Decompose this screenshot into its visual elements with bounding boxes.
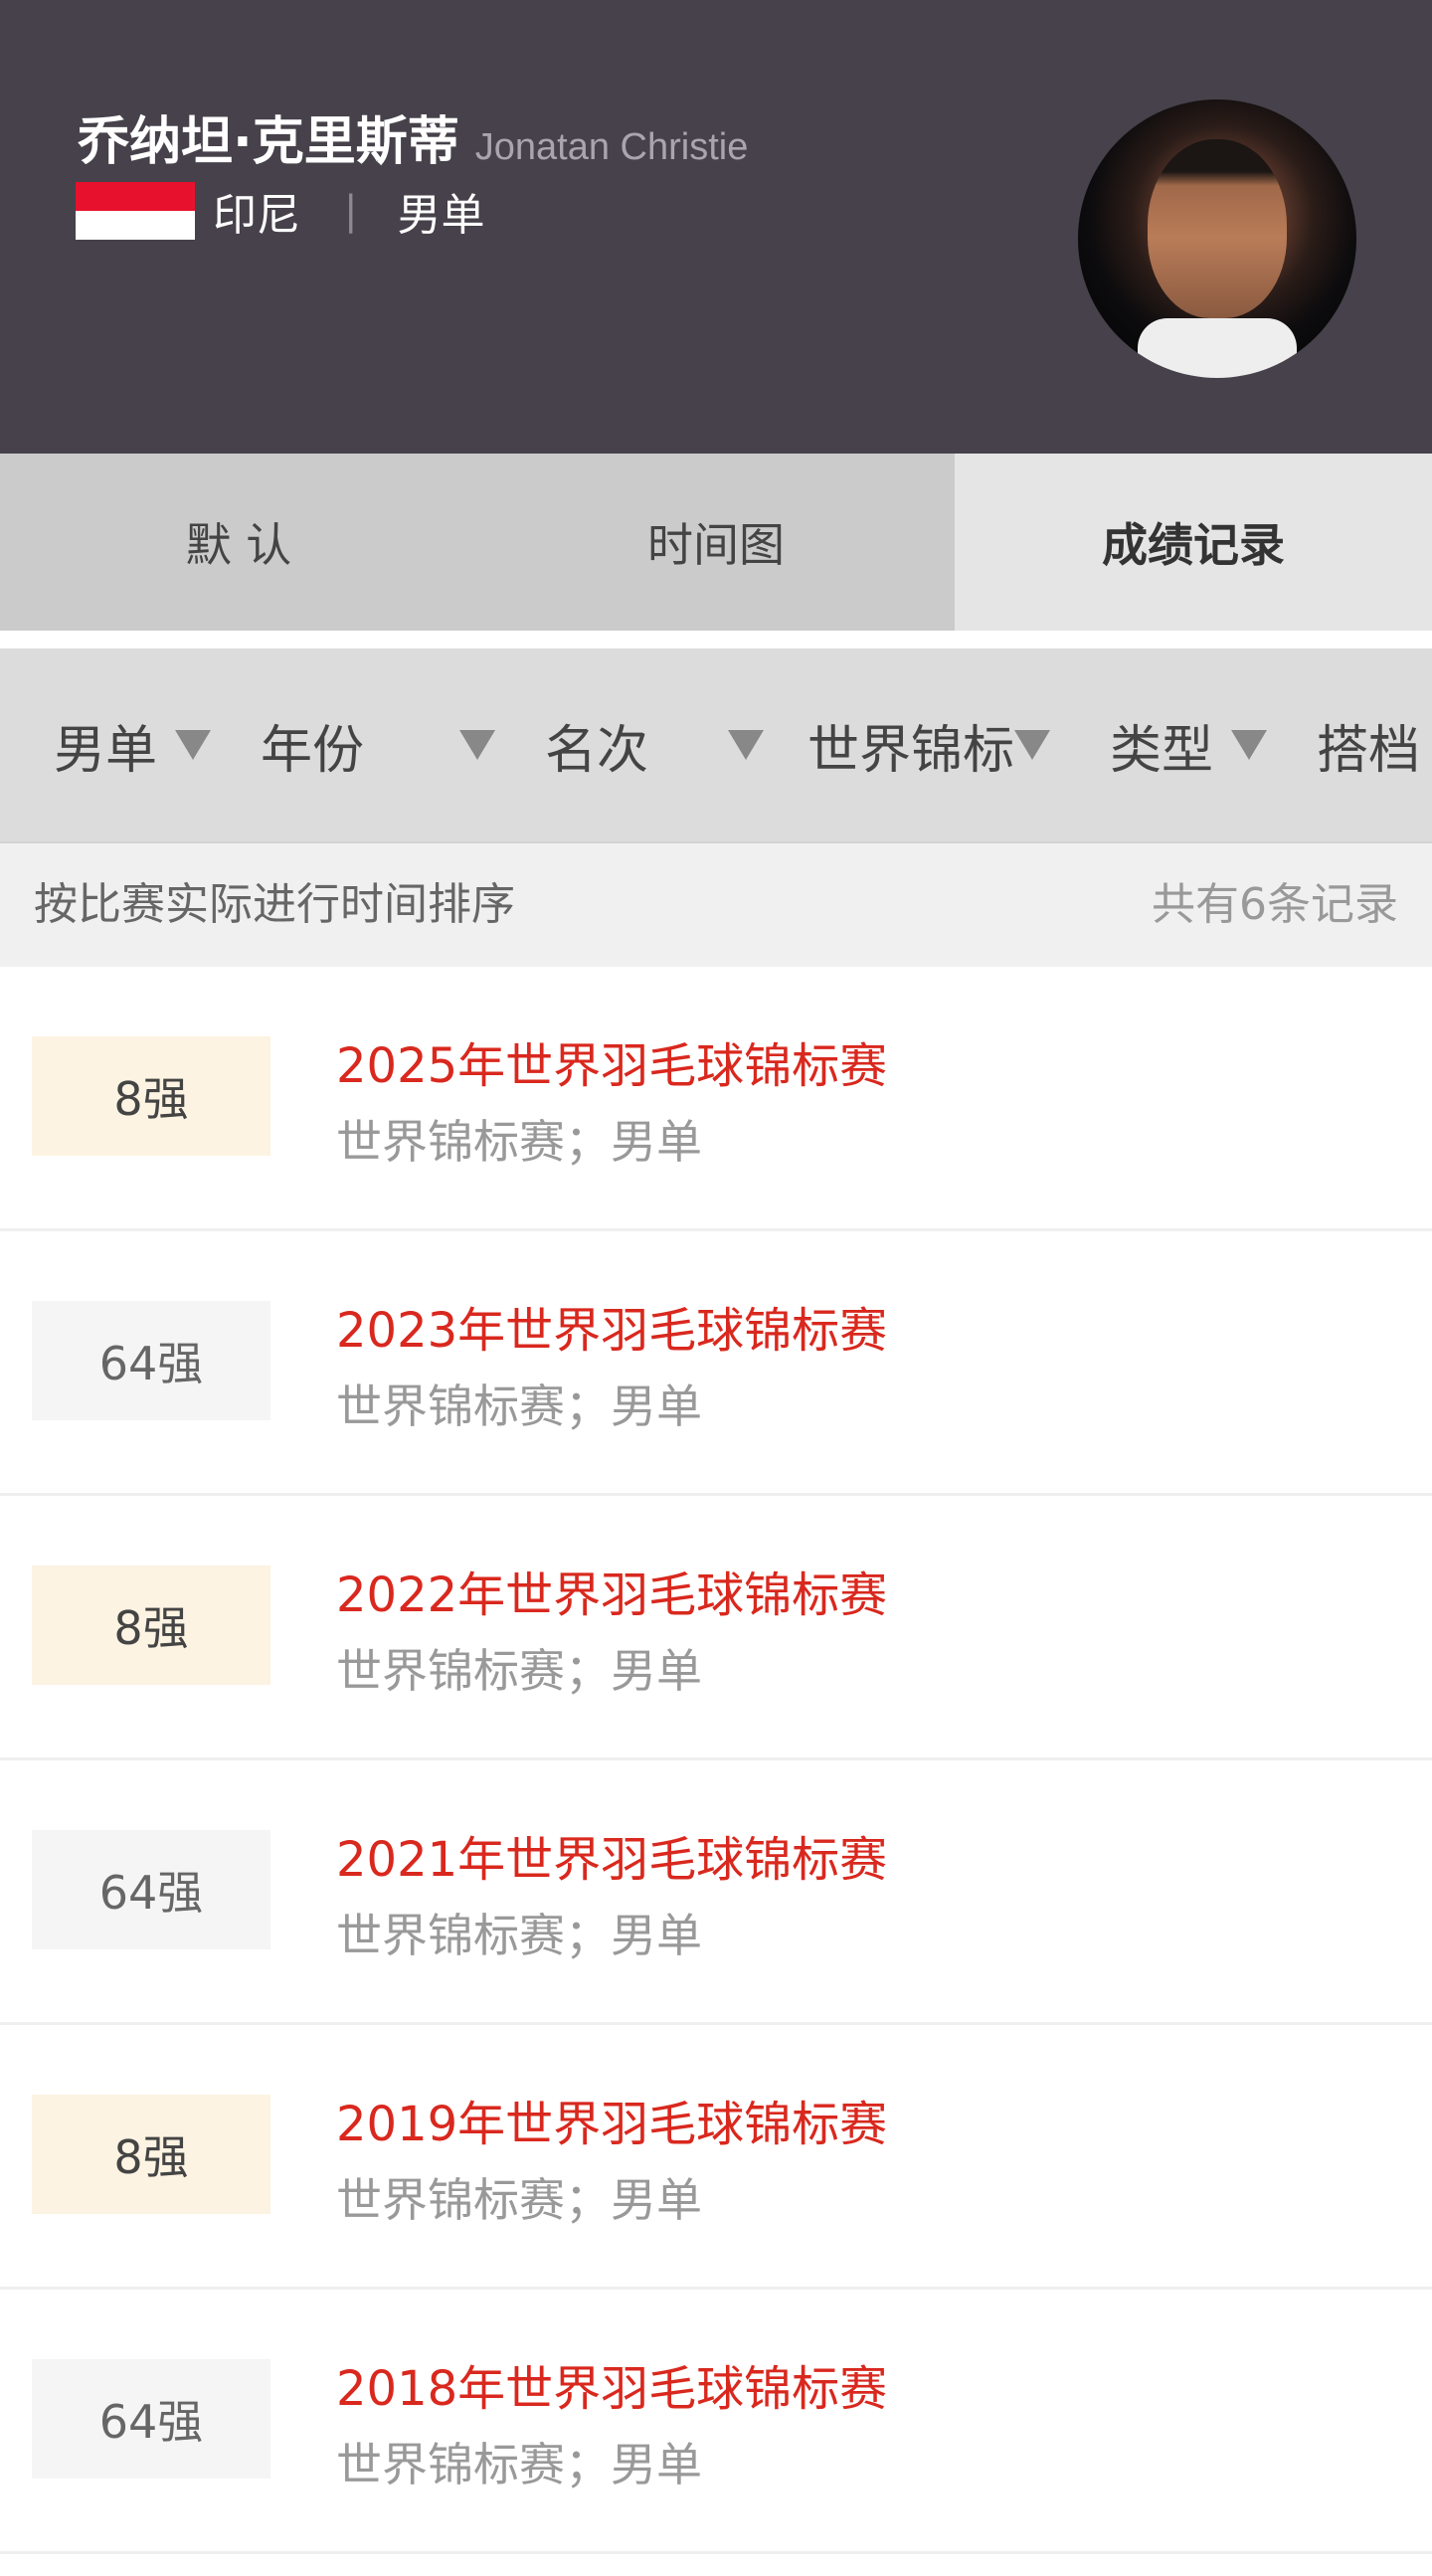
list-item[interactable]: 64强 2021年世界羽毛球锦标赛 世界锦标赛；男单 [0, 1760, 1432, 2025]
filter-event-label: 男单 [54, 720, 158, 781]
player-meta: 印尼 | 男单 [76, 179, 484, 243]
filter-event[interactable]: 男单 [54, 648, 212, 841]
filter-type[interactable]: 类型 [1110, 648, 1268, 841]
list-item[interactable]: 8强 2019年世界羽毛球锦标赛 世界锦标赛；男单 [0, 2025, 1432, 2290]
meta-separator: | [344, 188, 358, 234]
dropdown-arrow-icon [1014, 730, 1051, 760]
player-country: 印尼 [213, 190, 300, 241]
rank-badge: 64强 [32, 1830, 270, 1949]
rank-badge: 64强 [32, 2359, 270, 2479]
list-item[interactable]: 8强 2025年世界羽毛球锦标赛 世界锦标赛；男单 [0, 967, 1432, 1231]
record-subtitle: 世界锦标赛；男单 [336, 2173, 702, 2227]
record-title[interactable]: 2022年世界羽毛球锦标赛 [336, 1556, 887, 1625]
dropdown-arrow-icon [1231, 730, 1268, 760]
indonesia-flag-icon [76, 182, 195, 240]
dropdown-arrow-icon [175, 730, 212, 760]
filter-tournament-label: 世界锦标 [807, 720, 1015, 781]
record-list: 8强 2025年世界羽毛球锦标赛 世界锦标赛；男单 64强 2023年世界羽毛球… [0, 967, 1432, 2554]
filter-bar: 男单 年份 名次 世界锦标 类型 搭档 [0, 648, 1432, 843]
rank-badge: 8强 [32, 1036, 270, 1156]
record-title[interactable]: 2023年世界羽毛球锦标赛 [336, 1291, 887, 1361]
list-item[interactable]: 64强 2023年世界羽毛球锦标赛 世界锦标赛；男单 [0, 1231, 1432, 1496]
dropdown-arrow-icon [728, 730, 765, 760]
filter-rank[interactable]: 名次 [545, 648, 765, 841]
player-event: 男单 [397, 190, 485, 241]
record-count: 共有6条记录 [1152, 879, 1398, 930]
record-subtitle: 世界锦标赛；男单 [336, 2438, 702, 2491]
sort-description: 按比赛实际进行时间排序 [34, 879, 515, 930]
record-subtitle: 世界锦标赛；男单 [336, 1644, 702, 1698]
dropdown-arrow-icon [459, 730, 496, 760]
record-subtitle: 世界锦标赛；男单 [336, 1909, 702, 1962]
record-title[interactable]: 2018年世界羽毛球锦标赛 [336, 2349, 887, 2419]
rank-badge: 64强 [32, 1301, 270, 1420]
tab-bar: 默 认 时间图 成绩记录 [0, 454, 1432, 631]
record-subtitle: 世界锦标赛；男单 [336, 1380, 702, 1433]
record-subtitle: 世界锦标赛；男单 [336, 1115, 702, 1169]
list-item[interactable]: 64强 2018年世界羽毛球锦标赛 世界锦标赛；男单 [0, 2290, 1432, 2554]
filter-partner[interactable]: 搭档 [1317, 648, 1420, 841]
rank-badge: 8强 [32, 2095, 270, 2214]
list-item[interactable]: 8强 2022年世界羽毛球锦标赛 世界锦标赛；男单 [0, 1496, 1432, 1760]
filter-partner-label: 搭档 [1317, 720, 1421, 781]
player-avatar [1078, 99, 1356, 378]
tab-default[interactable]: 默 认 [0, 454, 477, 631]
tab-timeline[interactable]: 时间图 [477, 454, 955, 631]
filter-tournament[interactable]: 世界锦标 [807, 648, 1051, 841]
sort-bar: 按比赛实际进行时间排序 共有6条记录 [0, 843, 1432, 967]
divider [0, 631, 1432, 648]
filter-type-label: 类型 [1110, 720, 1214, 781]
player-name-en: Jonatan Christie [474, 126, 749, 168]
record-title[interactable]: 2021年世界羽毛球锦标赛 [336, 1820, 887, 1890]
record-title[interactable]: 2025年世界羽毛球锦标赛 [336, 1026, 887, 1096]
player-header: 乔纳坦·克里斯蒂 Jonatan Christie 印尼 | 男单 [0, 0, 1432, 454]
filter-year-label: 年份 [261, 720, 365, 781]
filter-year[interactable]: 年份 [261, 648, 496, 841]
record-title[interactable]: 2019年世界羽毛球锦标赛 [336, 2085, 887, 2154]
filter-rank-label: 名次 [545, 720, 649, 781]
player-name-row: 乔纳坦·克里斯蒂 Jonatan Christie [78, 99, 748, 174]
player-name-cn: 乔纳坦·克里斯蒂 [78, 112, 459, 172]
rank-badge: 8强 [32, 1565, 270, 1685]
tab-records[interactable]: 成绩记录 [955, 454, 1432, 631]
